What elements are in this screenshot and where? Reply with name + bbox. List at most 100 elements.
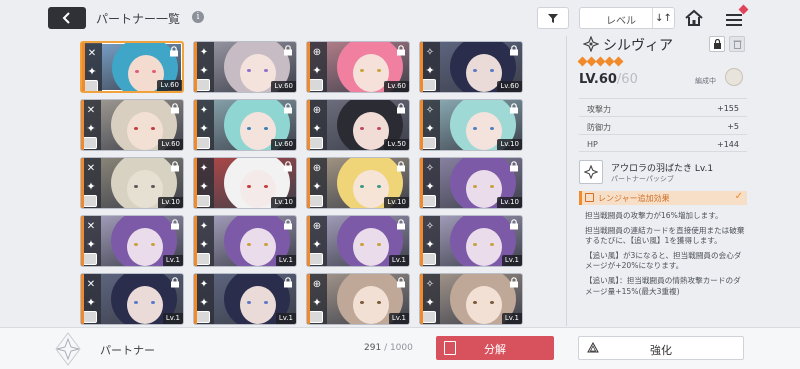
partner-card[interactable]: ⊕ ✦ Lv.60	[306, 41, 410, 93]
bottom-bar: パートナー 291 / 1000 分解 強化	[0, 327, 800, 369]
rarity-strip	[307, 216, 310, 266]
level-max: /60	[616, 72, 638, 87]
lock-button[interactable]	[709, 36, 725, 52]
card-sidebar: ⊕ ✦	[307, 274, 327, 324]
element-icon: ✦	[199, 238, 209, 251]
eye	[152, 70, 156, 73]
assigned-combatant-avatar[interactable]	[725, 68, 743, 86]
skill-type: パートナーパッシブ	[611, 175, 674, 183]
stat-value: +155	[717, 104, 739, 113]
count-max: / 1000	[384, 343, 413, 353]
card-sidebar: ✕ ✦	[82, 43, 102, 91]
face-shape	[127, 286, 163, 324]
assigned-avatar-icon	[196, 195, 210, 207]
rarity-strip	[307, 158, 310, 208]
lock-icon	[510, 161, 518, 172]
dismantle-button[interactable]: 分解	[436, 336, 554, 360]
eye	[377, 185, 381, 188]
partner-card[interactable]: ✕ ✦ Lv.1	[80, 215, 184, 267]
skill-icon	[579, 160, 603, 184]
rarity-strip	[420, 274, 423, 324]
skill-description: 担当戦闘員の攻撃力が16%増加します。 担当戦闘員の連結カードを直接使用または破…	[585, 211, 745, 301]
home-button[interactable]	[684, 8, 704, 28]
partner-card[interactable]: ✧ ✦ Lv.60	[419, 41, 523, 93]
partner-card[interactable]: ✕ ✦ Lv.1	[80, 273, 184, 325]
card-level: Lv.10	[271, 197, 296, 208]
assigned-avatar-icon	[309, 79, 323, 91]
card-sidebar: ⊕ ✦	[307, 158, 327, 208]
discard-button[interactable]	[729, 36, 745, 52]
info-icon[interactable]: i	[192, 11, 204, 23]
stat-label: 防御力	[587, 123, 611, 132]
eye	[134, 185, 138, 188]
assigned-avatar-icon	[83, 137, 97, 149]
class-icon: ✦	[199, 221, 209, 232]
partner-card[interactable]: ✦ ✦ Lv.60	[193, 41, 297, 93]
partner-card[interactable]: ✧ ✦ Lv.1	[419, 273, 523, 325]
eye	[134, 301, 138, 304]
card-level: Lv.60	[384, 81, 409, 92]
assigned-avatar-icon	[422, 79, 436, 91]
class-icon: ⊕	[312, 279, 322, 290]
menu-button[interactable]	[724, 4, 749, 28]
class-icon: ✦	[199, 105, 209, 116]
partner-card[interactable]: ✕ ✦ Lv.10	[80, 157, 184, 209]
partner-detail-panel: シルヴィア LV.60/60 編成中 攻撃力 +155 防御力 +5 HP +1…	[567, 30, 747, 325]
face-shape	[353, 228, 389, 266]
partner-card[interactable]: ✧ ✦ Lv.10	[419, 99, 523, 151]
rarity-strip	[307, 42, 310, 92]
partner-card[interactable]: ✦ ✦ Lv.1	[193, 273, 297, 325]
lock-icon	[171, 161, 179, 172]
partner-card[interactable]: ✕ ✦ Lv.60	[80, 99, 184, 151]
partner-count: 291 / 1000	[364, 343, 413, 353]
enhance-button[interactable]: 強化	[578, 336, 744, 360]
partner-card[interactable]: ✧ ✦ Lv.1	[419, 215, 523, 267]
back-arrow-icon	[62, 12, 70, 24]
assigned-avatar-icon	[83, 195, 97, 207]
face-shape	[240, 228, 276, 266]
card-level: Lv.10	[497, 139, 522, 150]
class-icon: ⊕	[312, 221, 322, 232]
class-icon: ✕	[86, 279, 96, 290]
eye	[360, 185, 364, 188]
assigned-avatar-icon	[196, 253, 210, 265]
class-icon: ✦	[199, 163, 209, 174]
face-shape	[127, 228, 163, 266]
assigned-avatar-icon	[84, 80, 98, 91]
description-line: 【追い風】：担当戦闘員の情熱攻撃カードのダメージ量+15%(最大3重複)	[585, 275, 741, 296]
class-icon: ✕	[86, 105, 96, 116]
bonus-effect-bar: レンジャー追加効果 ✓	[579, 191, 747, 205]
element-icon: ✦	[87, 65, 97, 78]
back-button[interactable]	[48, 7, 86, 29]
partner-card[interactable]: ⊕ ✦ Lv.1	[306, 215, 410, 267]
check-icon: ✓	[734, 191, 743, 202]
card-level: Lv.60	[158, 139, 183, 150]
eye	[151, 185, 155, 188]
assigned-avatar-icon	[309, 195, 323, 207]
partner-card[interactable]: ⊕ ✦ Lv.1	[306, 273, 410, 325]
rarity-strip	[420, 100, 423, 150]
partner-card[interactable]: ✕ ✦ Lv.60	[80, 41, 184, 93]
eye	[264, 301, 268, 304]
card-level: Lv.1	[275, 313, 296, 324]
partner-card[interactable]: ✦ ✦ Lv.1	[193, 215, 297, 267]
partner-card[interactable]: ✦ ✦ Lv.60	[193, 99, 297, 151]
partner-grid: ✕ ✦ Lv.60 ✦ ✦ Lv.60 ⊕ ✦ Lv.60 ✧ ✦ Lv.60 ✕ ✦ Lv.60 ✦ ✦ Lv.…	[80, 41, 524, 327]
rarity-strip	[194, 100, 197, 150]
stat-label: 攻撃力	[587, 105, 611, 114]
partner-card[interactable]: ⊕ ✦ Lv.10	[306, 157, 410, 209]
skill-box[interactable]: アウロラの羽ばたき Lv.1 パートナーパッシブ	[579, 158, 747, 186]
stat-value: +5	[727, 122, 739, 131]
class-icon: ⊕	[312, 105, 322, 116]
card-sidebar: ✦ ✦	[194, 100, 214, 150]
sort-dropdown[interactable]: レベル ↓↑	[579, 7, 675, 29]
partner-card[interactable]: ⊕ ✦ Lv.50	[306, 99, 410, 151]
partner-card[interactable]: ✧ ✦ Lv.10	[419, 157, 523, 209]
class-icon: ✕	[86, 221, 96, 232]
sort-order-icon[interactable]: ↓↑	[652, 8, 674, 28]
filter-button[interactable]	[537, 7, 569, 29]
section-label: パートナー	[100, 344, 155, 357]
menu-line	[726, 24, 742, 26]
partner-card[interactable]: ✦ ✦ Lv.10	[193, 157, 297, 209]
home-icon	[685, 9, 703, 26]
